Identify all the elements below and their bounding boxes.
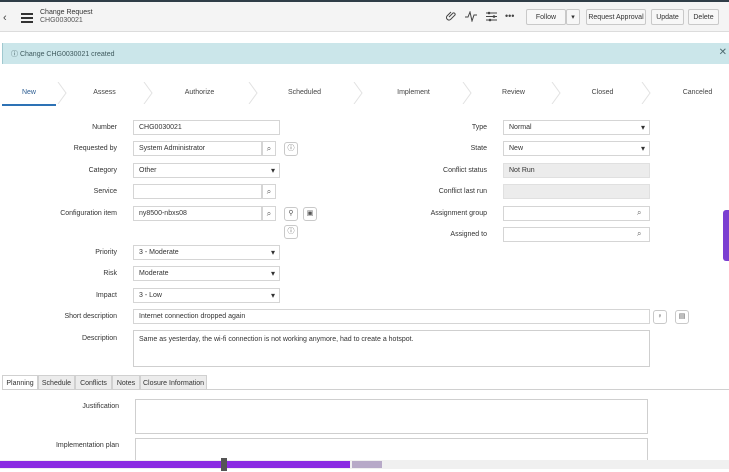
stage-closed: Closed bbox=[591, 89, 614, 96]
requested-by-field[interactable]: System Administrator bbox=[133, 141, 262, 156]
short-description-field[interactable]: Internet connection dropped again bbox=[133, 309, 650, 324]
tab-planning[interactable]: Planning bbox=[2, 375, 38, 390]
short-description-label: Short description bbox=[64, 313, 117, 320]
back-icon[interactable]: ‹ bbox=[3, 12, 7, 24]
chevron-right-icon bbox=[57, 82, 67, 104]
info-icon: ⓘ bbox=[11, 51, 18, 58]
justification-label: Justification bbox=[82, 403, 119, 410]
description-textarea[interactable]: Same as yesterday, the wi-fi connection … bbox=[133, 330, 650, 367]
state-flow: New Assess Authorize Scheduled Implement… bbox=[0, 82, 729, 106]
type-select[interactable]: Normal bbox=[503, 120, 650, 135]
info-icon[interactable]: ⓘ bbox=[284, 225, 298, 239]
side-panel-tab[interactable] bbox=[723, 210, 729, 261]
record-number: CHG0030021 bbox=[40, 17, 83, 24]
impact-label: Impact bbox=[95, 292, 117, 299]
state-select[interactable]: New bbox=[503, 141, 650, 156]
personalize-form-icon[interactable] bbox=[486, 11, 497, 25]
conflict-last-run-field bbox=[503, 184, 650, 199]
requested-by-label: Requested by bbox=[73, 145, 117, 152]
delete-button[interactable]: Delete bbox=[688, 9, 719, 25]
info-message-text: Change CHG0030021 created bbox=[19, 51, 115, 58]
follow-button[interactable]: Follow bbox=[526, 9, 566, 25]
chevron-right-icon bbox=[551, 82, 561, 104]
configuration-item-label: Configuration item bbox=[60, 210, 117, 217]
dependency-map-icon[interactable]: ⚲ bbox=[284, 207, 298, 221]
follow-dropdown-icon[interactable]: ▾ bbox=[566, 9, 580, 25]
template-icon[interactable]: ▤ bbox=[675, 310, 689, 324]
conflict-status-label: Conflict status bbox=[443, 167, 487, 174]
chevron-right-icon bbox=[143, 82, 153, 104]
attachment-icon[interactable] bbox=[446, 11, 457, 25]
stage-review: Review bbox=[502, 89, 525, 96]
search-icon[interactable]: ⌕ bbox=[637, 208, 641, 218]
configuration-item-field[interactable]: ny8500-nbxs08 bbox=[133, 206, 262, 221]
record-title: Change Request bbox=[40, 9, 93, 16]
stage-new: New bbox=[2, 82, 56, 106]
assigned-to-label: Assigned to bbox=[450, 231, 487, 238]
tab-schedule[interactable]: Schedule bbox=[38, 375, 75, 390]
assigned-to-field[interactable] bbox=[503, 227, 650, 242]
implementation-plan-label: Implementation plan bbox=[55, 442, 119, 449]
progress-fill bbox=[0, 461, 350, 468]
conflict-last-run-label: Conflict last run bbox=[438, 188, 487, 195]
chevron-right-icon bbox=[353, 82, 363, 104]
chevron-right-icon bbox=[248, 82, 258, 104]
priority-select[interactable]: 3 - Moderate bbox=[133, 245, 280, 260]
risk-label: Risk bbox=[103, 270, 117, 277]
context-menu-icon[interactable] bbox=[21, 13, 33, 23]
progress-handle[interactable] bbox=[221, 458, 227, 471]
stage-authorize: Authorize bbox=[184, 89, 215, 96]
tab-divider bbox=[2, 389, 729, 390]
priority-label: Priority bbox=[95, 249, 117, 256]
tab-closure-information[interactable]: Closure Information bbox=[140, 375, 207, 390]
service-field[interactable] bbox=[133, 184, 262, 199]
info-message: ⓘ Change CHG0030021 created ✕ bbox=[2, 43, 729, 64]
impact-select[interactable]: 3 - Low bbox=[133, 288, 280, 303]
ci-preview-icon[interactable]: ▣ bbox=[303, 207, 317, 221]
state-label: State bbox=[470, 145, 487, 152]
assignment-group-label: Assignment group bbox=[430, 210, 487, 217]
stage-canceled: Canceled bbox=[682, 89, 713, 96]
activity-stream-icon[interactable] bbox=[465, 10, 477, 25]
chevron-right-icon bbox=[641, 82, 651, 104]
assignment-group-field[interactable] bbox=[503, 206, 650, 221]
record-header: ‹ Change Request CHG0030021 ••• Follow ▾… bbox=[0, 0, 729, 32]
stage-scheduled: Scheduled bbox=[287, 89, 322, 96]
info-icon[interactable]: ⓘ bbox=[284, 142, 298, 156]
search-icon[interactable]: ⌕ bbox=[262, 184, 276, 199]
search-icon[interactable]: ⌕ bbox=[262, 141, 276, 156]
stage-assess: Assess bbox=[93, 89, 116, 96]
stage-implement: Implement bbox=[397, 89, 430, 96]
chevron-right-icon bbox=[462, 82, 472, 104]
close-icon[interactable]: ✕ bbox=[719, 47, 727, 58]
tab-conflicts[interactable]: Conflicts bbox=[75, 375, 112, 390]
number-label: Number bbox=[92, 124, 117, 131]
service-label: Service bbox=[93, 188, 117, 195]
tab-notes[interactable]: Notes bbox=[112, 375, 140, 390]
search-icon[interactable]: ⌕ bbox=[637, 229, 641, 239]
update-button[interactable]: Update bbox=[651, 9, 684, 25]
video-progress-bar[interactable] bbox=[0, 458, 729, 471]
more-options-icon[interactable]: ••• bbox=[505, 11, 514, 21]
request-approval-button[interactable]: Request Approval bbox=[586, 9, 646, 25]
risk-select[interactable]: Moderate bbox=[133, 266, 280, 281]
description-label: Description bbox=[81, 335, 117, 342]
conflict-status-field: Not Run bbox=[503, 163, 650, 178]
search-icon[interactable]: ⌕ bbox=[262, 206, 276, 221]
buffered-fill bbox=[352, 461, 382, 468]
category-label: Category bbox=[88, 167, 117, 174]
type-label: Type bbox=[471, 124, 487, 131]
number-field[interactable]: CHG0030021 bbox=[133, 120, 280, 135]
justification-textarea[interactable] bbox=[135, 399, 648, 434]
suggestion-icon[interactable]: ♀ bbox=[653, 310, 667, 324]
category-select[interactable]: Other bbox=[133, 163, 280, 178]
